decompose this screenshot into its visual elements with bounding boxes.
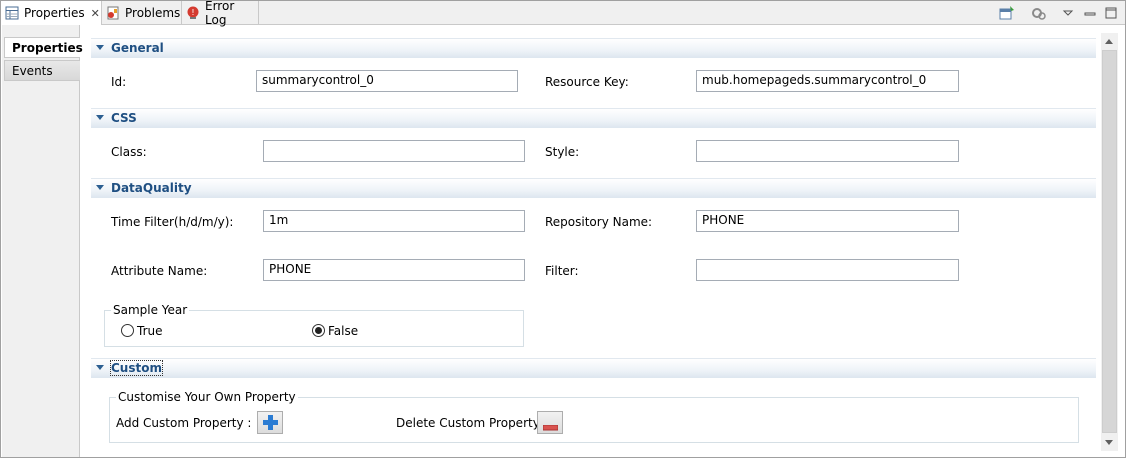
section-title: CSS: [111, 111, 137, 125]
class-field[interactable]: [263, 140, 525, 162]
time-filter-label: Time Filter(h/d/m/y):: [111, 215, 234, 229]
tab-label: Error Log: [205, 0, 235, 27]
section-dataquality-header[interactable]: DataQuality: [91, 178, 1096, 198]
true-radio-label[interactable]: True: [137, 324, 163, 338]
delete-custom-property-label: Delete Custom Property :: [396, 416, 548, 430]
custom-property-legend: Customise Your Own Property: [116, 390, 298, 404]
custom-property-group: Customise Your Own Property: [109, 390, 1079, 443]
scroll-down-icon[interactable]: [1105, 440, 1113, 445]
tab-error-log[interactable]: ! Error Log: [182, 0, 259, 27]
class-label: Class:: [111, 145, 147, 159]
scroll-thumb[interactable]: [1102, 50, 1117, 433]
collapse-arrow-icon[interactable]: [96, 115, 104, 120]
properties-view: Properties ✕ Problems ! Error Log Proper…: [0, 0, 1126, 458]
time-filter-field[interactable]: 1m: [263, 210, 525, 232]
properties-icon: [5, 6, 19, 20]
left-tab-events[interactable]: Events: [4, 60, 80, 81]
collapse-arrow-icon[interactable]: [96, 185, 104, 190]
id-field[interactable]: summarycontrol_0: [256, 70, 518, 92]
collapse-arrow-icon[interactable]: [96, 365, 104, 370]
add-custom-property-button[interactable]: [257, 411, 283, 434]
maximize-icon[interactable]: [1103, 5, 1119, 21]
minus-icon: [542, 420, 559, 434]
svg-text:!: !: [191, 8, 194, 17]
false-radio-label[interactable]: False: [328, 324, 358, 338]
true-radio[interactable]: [121, 324, 134, 337]
error-log-icon: !: [186, 6, 200, 20]
add-custom-property-label: Add Custom Property :: [116, 416, 252, 430]
resource-key-field[interactable]: mub.homepageds.summarycontrol_0: [696, 70, 959, 92]
sample-year-legend: Sample Year: [111, 303, 190, 317]
filter-label: Filter:: [545, 264, 579, 278]
section-title: Custom: [110, 360, 163, 376]
attribute-name-label: Attribute Name:: [111, 264, 208, 278]
settings-icon[interactable]: [1031, 5, 1047, 21]
scroll-up-icon[interactable]: [1105, 39, 1113, 44]
style-label: Style:: [545, 145, 580, 159]
minimize-icon[interactable]: [1082, 5, 1098, 21]
false-radio[interactable]: [312, 324, 325, 337]
section-custom-header[interactable]: Custom: [91, 358, 1096, 378]
tab-label: Properties: [24, 6, 85, 20]
vertical-scrollbar[interactable]: [1101, 33, 1118, 451]
tab-problems[interactable]: Problems: [102, 1, 182, 24]
attribute-name-field[interactable]: PHONE: [263, 259, 525, 281]
close-icon[interactable]: ✕: [91, 7, 100, 20]
view-menu-icon[interactable]: [1060, 5, 1076, 21]
id-label: Id:: [111, 75, 127, 89]
tab-label: Problems: [125, 5, 181, 20]
section-css-header[interactable]: CSS: [91, 108, 1096, 128]
left-tab-properties[interactable]: Properties: [4, 37, 83, 58]
resource-key-label: Resource Key:: [545, 75, 629, 89]
filter-field[interactable]: [696, 259, 959, 281]
problems-icon: [106, 6, 120, 20]
collapse-arrow-icon[interactable]: [96, 45, 104, 50]
style-field[interactable]: [696, 140, 959, 162]
tab-properties[interactable]: Properties ✕: [1, 1, 102, 25]
plus-icon: [263, 415, 278, 433]
delete-custom-property-button[interactable]: [537, 411, 563, 434]
view-tab-bar: Properties ✕ Problems ! Error Log: [1, 0, 1125, 27]
pin-icon[interactable]: [999, 5, 1015, 21]
section-title: General: [111, 41, 164, 55]
section-general-header[interactable]: General: [91, 38, 1096, 58]
repository-name-field[interactable]: PHONE: [696, 210, 959, 232]
property-tabs: Properties Events: [2, 25, 83, 457]
section-title: DataQuality: [111, 181, 192, 195]
repository-name-label: Repository Name:: [545, 215, 653, 229]
